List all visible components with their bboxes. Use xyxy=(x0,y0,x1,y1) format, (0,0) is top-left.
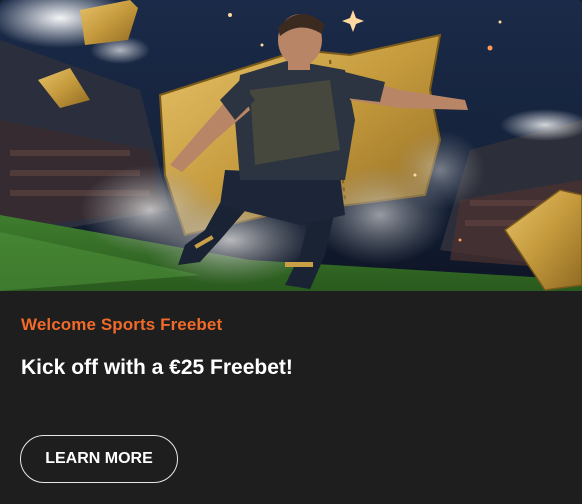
learn-more-button[interactable]: LEARN MORE xyxy=(20,435,178,483)
promo-card[interactable]: Welcome Sports Freebet Kick off with a €… xyxy=(0,0,582,504)
promo-headline: Kick off with a €25 Freebet! xyxy=(21,356,293,379)
hero-illustration xyxy=(0,0,582,291)
hero-image xyxy=(0,0,582,291)
promo-content: Welcome Sports Freebet Kick off with a €… xyxy=(0,291,582,504)
promo-eyebrow: Welcome Sports Freebet xyxy=(21,315,223,334)
